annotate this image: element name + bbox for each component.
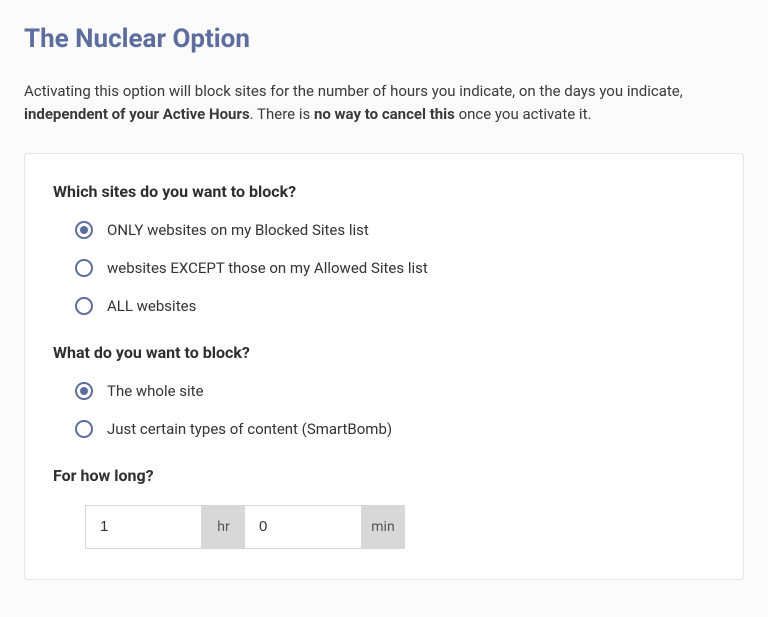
intro-part2: . There is — [250, 105, 314, 123]
radio-icon — [75, 297, 93, 315]
options-panel: Which sites do you want to block? ONLY w… — [24, 153, 744, 580]
radio-icon — [75, 221, 93, 239]
radio-icon — [75, 420, 93, 438]
radio-smartbomb[interactable]: Just certain types of content (SmartBomb… — [75, 420, 715, 438]
page-title: The Nuclear Option — [24, 24, 744, 54]
radio-icon — [75, 259, 93, 277]
radio-label: ALL websites — [107, 297, 196, 315]
radio-except-allowed-sites[interactable]: websites EXCEPT those on my Allowed Site… — [75, 259, 715, 277]
question-what-block: What do you want to block? — [53, 343, 715, 362]
radio-label: websites EXCEPT those on my Allowed Site… — [107, 259, 428, 277]
radio-icon — [75, 382, 93, 400]
radio-whole-site[interactable]: The whole site — [75, 382, 715, 400]
radio-label: ONLY websites on my Blocked Sites list — [107, 221, 369, 239]
minutes-input[interactable] — [245, 505, 361, 549]
intro-part3: once you activate it. — [455, 105, 592, 123]
intro-bold2: no way to cancel this — [314, 105, 455, 123]
minutes-unit-label: min — [361, 505, 405, 549]
which-sites-radios: ONLY websites on my Blocked Sites list w… — [75, 221, 715, 315]
radio-label: Just certain types of content (SmartBomb… — [107, 420, 392, 438]
hours-input[interactable] — [85, 505, 201, 549]
radio-label: The whole site — [107, 382, 204, 400]
radio-only-blocked-sites[interactable]: ONLY websites on my Blocked Sites list — [75, 221, 715, 239]
intro-part1: Activating this option will block sites … — [24, 82, 683, 100]
what-block-radios: The whole site Just certain types of con… — [75, 382, 715, 438]
question-which-sites: Which sites do you want to block? — [53, 182, 715, 201]
intro-text: Activating this option will block sites … — [24, 80, 744, 127]
question-how-long: For how long? — [53, 466, 715, 485]
radio-all-websites[interactable]: ALL websites — [75, 297, 715, 315]
hours-unit-label: hr — [201, 505, 245, 549]
intro-bold1: independent of your Active Hours — [24, 105, 250, 123]
duration-row: hr min — [85, 505, 715, 549]
